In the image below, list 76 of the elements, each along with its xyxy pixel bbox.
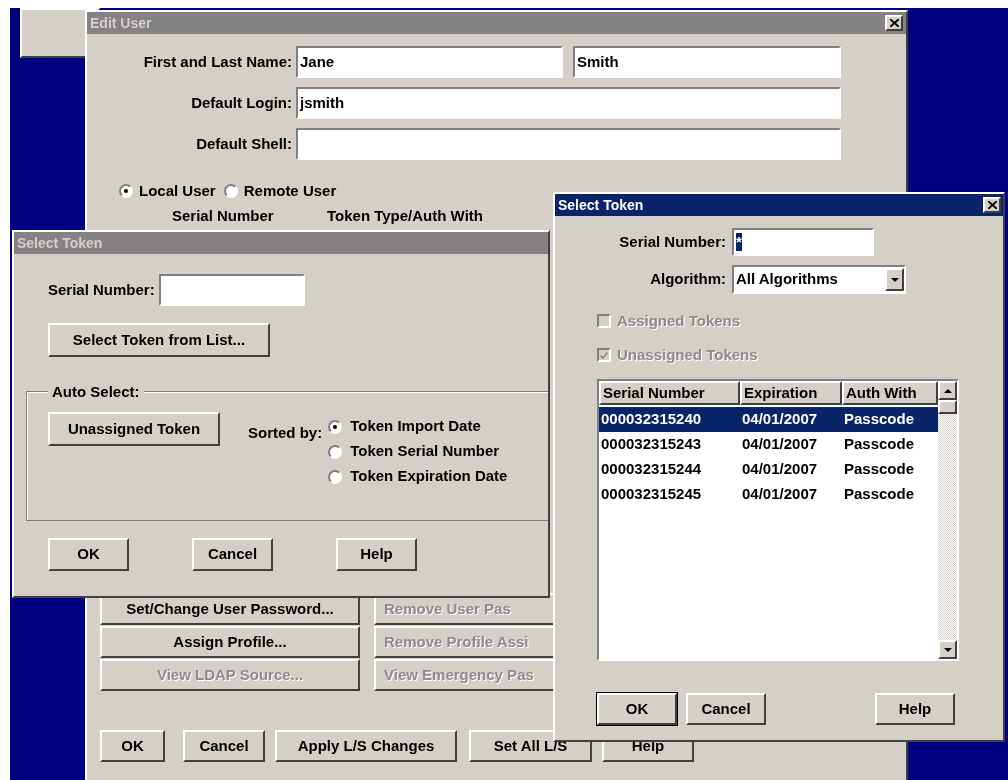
radio-button[interactable] <box>223 184 238 198</box>
button[interactable]: Cancel <box>192 538 273 571</box>
field-label: Algorithm: <box>649 269 726 290</box>
list-row[interactable]: 000032315244 04/01/2007 Passcode <box>599 457 938 482</box>
radio-button[interactable] <box>328 444 343 459</box>
scroll-down-button[interactable] <box>938 640 957 659</box>
radio-label: Token Import Date <box>350 416 481 437</box>
first-name-field[interactable]: Jane <box>296 46 563 78</box>
table-cell-text: 04/01/2007 <box>741 484 819 505</box>
table-cell-text: 04/01/2007 <box>741 459 819 480</box>
scroll-up-button[interactable] <box>938 381 957 400</box>
shell-field[interactable] <box>296 128 841 160</box>
table-cell-text: 000032315244 <box>600 459 703 480</box>
checkbox-label: Unassigned Tokens <box>617 344 758 365</box>
list-row[interactable]: 000032315245 04/01/2007 Passcode <box>599 482 938 507</box>
radio-label: Remote User <box>243 180 337 201</box>
table-cell-text: 000032315243 <box>600 434 703 455</box>
radio-label: Token Serial Number <box>350 441 500 462</box>
column-header[interactable]: Serial Number <box>599 381 740 405</box>
caret-icon <box>890 277 899 282</box>
column-header: Token Type/Auth With <box>327 206 483 223</box>
window-title: Select Token <box>17 233 103 253</box>
button[interactable]: Cancel <box>183 730 265 762</box>
button[interactable]: OK <box>48 538 129 571</box>
window-title: Select Token <box>558 195 644 215</box>
button[interactable]: Apply L/S Changes <box>275 730 457 762</box>
radio-button[interactable] <box>328 469 343 484</box>
list-row[interactable]: 000032315243 04/01/2007 Passcode <box>599 432 938 457</box>
radio-label: Token Expiration Date <box>350 466 508 487</box>
column-header[interactable]: Expiration <box>740 381 842 405</box>
button[interactable]: OK <box>597 693 677 725</box>
last-name-field[interactable]: Smith <box>573 46 841 78</box>
scrollbar[interactable] <box>938 381 957 659</box>
table-cell-text: 04/01/2007 <box>741 409 819 430</box>
window-title: Edit User <box>90 13 152 33</box>
sort-label: Sorted by: <box>248 423 323 443</box>
close-button[interactable] <box>983 197 1001 213</box>
checkbox-label: Assigned Tokens <box>617 310 741 331</box>
field-label: Serial Number: <box>618 231 726 252</box>
table-cell-text: 04/01/2007 <box>741 434 819 455</box>
field-label: Serial Number: <box>48 279 155 300</box>
down-arrow-icon <box>943 647 952 652</box>
scrollbar-thumb[interactable] <box>938 400 957 414</box>
radio-button[interactable] <box>119 184 133 198</box>
button[interactable]: Assign Profile... <box>100 626 360 658</box>
radio-button[interactable] <box>328 419 343 434</box>
selected-text: * <box>736 233 742 251</box>
button[interactable]: Help <box>875 693 955 725</box>
button[interactable]: OK <box>100 730 165 762</box>
button[interactable]: Cancel <box>686 693 766 725</box>
field-label: Default Login: <box>190 92 292 113</box>
close-icon <box>889 19 899 27</box>
button[interactable]: Help <box>336 538 417 571</box>
field-label: First and Last Name: <box>142 51 292 72</box>
radio-label: Local User <box>139 180 216 201</box>
button[interactable]: Unassigned Token <box>48 412 220 446</box>
column-header[interactable]: Auth With <box>842 381 938 405</box>
table-cell-text: Passcode <box>843 484 916 505</box>
button[interactable]: Select Token from List... <box>48 323 270 357</box>
dropdown-button[interactable] <box>885 268 904 291</box>
serial-number-field[interactable] <box>158 274 305 306</box>
table-cell-text: 000032315245 <box>600 484 703 505</box>
table-cell-text: Passcode <box>843 459 916 480</box>
login-field[interactable]: jsmith <box>296 87 841 119</box>
algorithm-dropdown[interactable]: All Algorithms <box>732 265 906 294</box>
list-row[interactable]: 000032315240 04/01/2007 Passcode <box>599 407 938 432</box>
column-header: Serial Number <box>172 206 275 223</box>
check-icon <box>600 351 608 359</box>
field-label: Default Shell: <box>195 133 292 154</box>
close-icon <box>987 201 997 209</box>
serial-number-field[interactable]: * <box>732 228 874 256</box>
table-cell-text: Passcode <box>843 409 916 430</box>
close-button[interactable] <box>885 15 903 31</box>
table-cell-text: 000032315240 <box>600 409 703 430</box>
table-cell-text: Passcode <box>843 434 916 455</box>
up-arrow-icon <box>943 388 952 393</box>
